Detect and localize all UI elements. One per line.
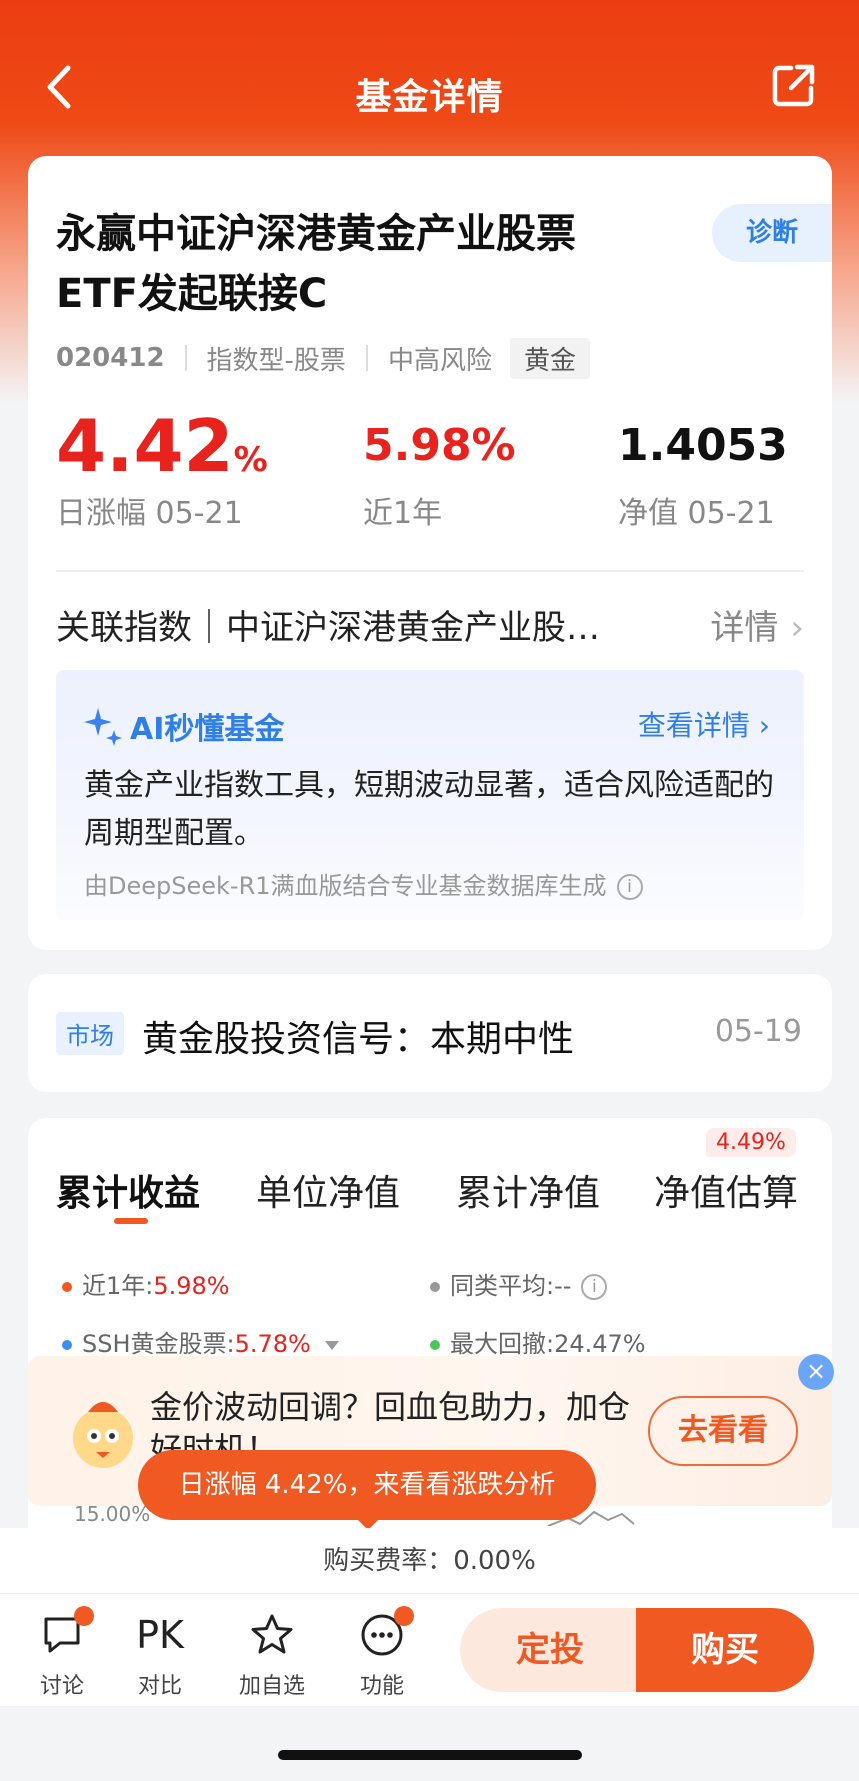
legend-dot xyxy=(430,1282,440,1292)
fund-code: 020412 xyxy=(56,343,165,373)
one-year-value: 5.98% xyxy=(363,420,516,471)
page-title: 基金详情 xyxy=(355,77,504,118)
purchase-fee-bar: 购买费率：0.00% xyxy=(0,1528,859,1594)
tab-cumulative-nav[interactable]: 累计净值 xyxy=(456,1164,600,1216)
info-icon[interactable]: i xyxy=(616,874,643,900)
watchlist-label: 加自选 xyxy=(238,1674,305,1699)
nav-metric: 1.4053 净值 05-21 xyxy=(618,406,788,532)
ai-more-label: 查看详情 xyxy=(637,709,750,742)
legend-label: 同类平均: xyxy=(450,1272,555,1300)
theme-tag[interactable]: 黄金 xyxy=(509,337,590,379)
ai-source-text: 由DeepSeek-R1满血版结合专业基金数据库生成 xyxy=(84,872,607,900)
legend-dot xyxy=(430,1340,440,1350)
compare-label: 对比 xyxy=(137,1674,182,1699)
fund-name-line-1: 永赢中证沪深港黄金产业股票 xyxy=(56,211,576,257)
sparkle-icon xyxy=(84,708,122,746)
notification-dot xyxy=(394,1606,414,1626)
estimate-badge: 4.49% xyxy=(706,1128,796,1157)
fund-info-card: 诊断 永赢中证沪深港黄金产业股票 ETF发起联接C 020412 指数型-股票 … xyxy=(28,156,832,950)
index-detail-link[interactable]: 详情 › xyxy=(710,600,804,649)
signal-text: 黄金股投资信号：本期中性 xyxy=(142,1019,575,1060)
chevron-right-icon: › xyxy=(790,608,804,648)
signal-tag: 市场 xyxy=(56,1012,124,1055)
legend-value: 5.78% xyxy=(234,1330,311,1358)
chart-y-axis-label: 15.00% xyxy=(74,1502,151,1526)
functions-button[interactable]: 功能 xyxy=(342,1606,422,1700)
info-icon[interactable]: i xyxy=(581,1274,608,1300)
legend-index[interactable]: SSH黄金股票:5.78% xyxy=(62,1324,339,1359)
nav-header: 基金详情 xyxy=(0,30,859,140)
star-icon xyxy=(251,1614,293,1654)
ai-summary-box[interactable]: AI秒懂基金 查看详情 › 黄金产业指数工具，短期波动显著，适合风险适配的周期型… xyxy=(56,670,804,920)
market-signal-card[interactable]: 市场 黄金股投资信号：本期中性 05-19 xyxy=(28,974,832,1092)
tab-nav-estimate[interactable]: 净值估算 xyxy=(654,1164,798,1216)
bottom-action-bar: 讨论 PK 对比 加自选 功能 定投 购买 xyxy=(0,1594,859,1706)
promo-go-button[interactable]: 去看看 xyxy=(648,1396,798,1466)
legend-label: SSH黄金股票: xyxy=(82,1330,235,1358)
daily-change-unit: % xyxy=(233,440,268,480)
fund-tags: 020412 指数型-股票 中高风险 黄金 xyxy=(56,337,590,379)
promo-text: 金价波动回调？回血包助力，加仓好时机！ xyxy=(150,1388,631,1456)
fund-name: 永赢中证沪深港黄金产业股票 ETF发起联接C xyxy=(56,204,676,324)
daily-change-value: 4.42 xyxy=(56,404,234,488)
divider xyxy=(365,345,368,371)
one-year-label: 近1年 xyxy=(363,496,443,531)
discuss-button[interactable]: 讨论 xyxy=(22,1606,102,1700)
close-icon[interactable]: × xyxy=(798,1354,834,1390)
ai-title: AI秒懂基金 xyxy=(130,712,285,747)
mascot-icon xyxy=(58,1386,148,1476)
discuss-label: 讨论 xyxy=(39,1674,84,1699)
legend-label: 最大回撤: xyxy=(450,1330,555,1358)
legend-dot xyxy=(62,1340,72,1350)
diagnose-button[interactable]: 诊断 xyxy=(712,204,832,262)
change-analysis-tooltip[interactable]: 日涨幅 4.42%，来看看涨跌分析 xyxy=(138,1450,596,1520)
daily-change-metric: 4.42% 日涨幅 05-21 xyxy=(56,406,268,532)
notification-dot xyxy=(74,1606,94,1626)
nav-label: 净值 05-21 xyxy=(618,496,775,531)
share-icon xyxy=(772,64,815,107)
safe-area xyxy=(0,1706,859,1781)
pk-icon: PK xyxy=(136,1613,184,1657)
functions-label: 功能 xyxy=(359,1674,404,1699)
buy-button[interactable]: 购买 xyxy=(636,1608,814,1692)
related-index-row[interactable]: 关联指数｜中证沪深港黄金产业股票指数 详情 › xyxy=(56,592,804,652)
nav-value: 1.4053 xyxy=(618,420,788,471)
compare-button[interactable]: PK 对比 xyxy=(120,1610,200,1700)
auto-invest-button[interactable]: 定投 xyxy=(460,1608,640,1692)
signal-date: 05-19 xyxy=(714,1014,802,1049)
fund-risk: 中高风险 xyxy=(387,345,492,376)
legend-value: 5.98% xyxy=(153,1272,230,1300)
home-indicator[interactable] xyxy=(278,1750,582,1760)
tab-cumulative-return[interactable]: 累计收益 xyxy=(56,1164,200,1216)
divider xyxy=(56,570,804,572)
fund-name-line-2: ETF发起联接C xyxy=(56,271,328,317)
tab-unit-nav[interactable]: 单位净值 xyxy=(256,1164,400,1216)
ai-source-note: 由DeepSeek-R1满血版结合专业基金数据库生成 i xyxy=(84,866,643,901)
active-tab-indicator xyxy=(114,1218,148,1224)
daily-change-label: 日涨幅 05-21 xyxy=(56,496,243,531)
one-year-metric: 5.98% 近1年 xyxy=(363,406,516,532)
chevron-down-icon xyxy=(324,1340,339,1350)
legend-one-year: 近1年:5.98% xyxy=(62,1266,230,1301)
related-index-text: 关联指数｜中证沪深港黄金产业股票指数 xyxy=(56,608,616,648)
ai-more-link[interactable]: 查看详情 › xyxy=(638,704,770,744)
ai-summary-text: 黄金产业指数工具，短期波动显著，适合风险适配的周期型配置。 xyxy=(84,768,774,851)
divider xyxy=(184,345,187,371)
legend-value: -- xyxy=(554,1272,572,1300)
share-button[interactable] xyxy=(769,60,819,110)
legend-max-drawdown: 最大回撤:24.47% xyxy=(430,1324,646,1359)
legend-dot xyxy=(62,1282,72,1292)
index-detail-label: 详情 xyxy=(710,608,779,648)
legend-label: 近1年: xyxy=(82,1272,154,1300)
legend-peer-average: 同类平均:-- i xyxy=(430,1266,608,1301)
add-watchlist-button[interactable]: 加自选 xyxy=(232,1610,312,1700)
legend-value: 24.47% xyxy=(554,1330,646,1358)
fund-type: 指数型-股票 xyxy=(206,345,346,376)
chevron-right-icon: › xyxy=(758,709,770,742)
